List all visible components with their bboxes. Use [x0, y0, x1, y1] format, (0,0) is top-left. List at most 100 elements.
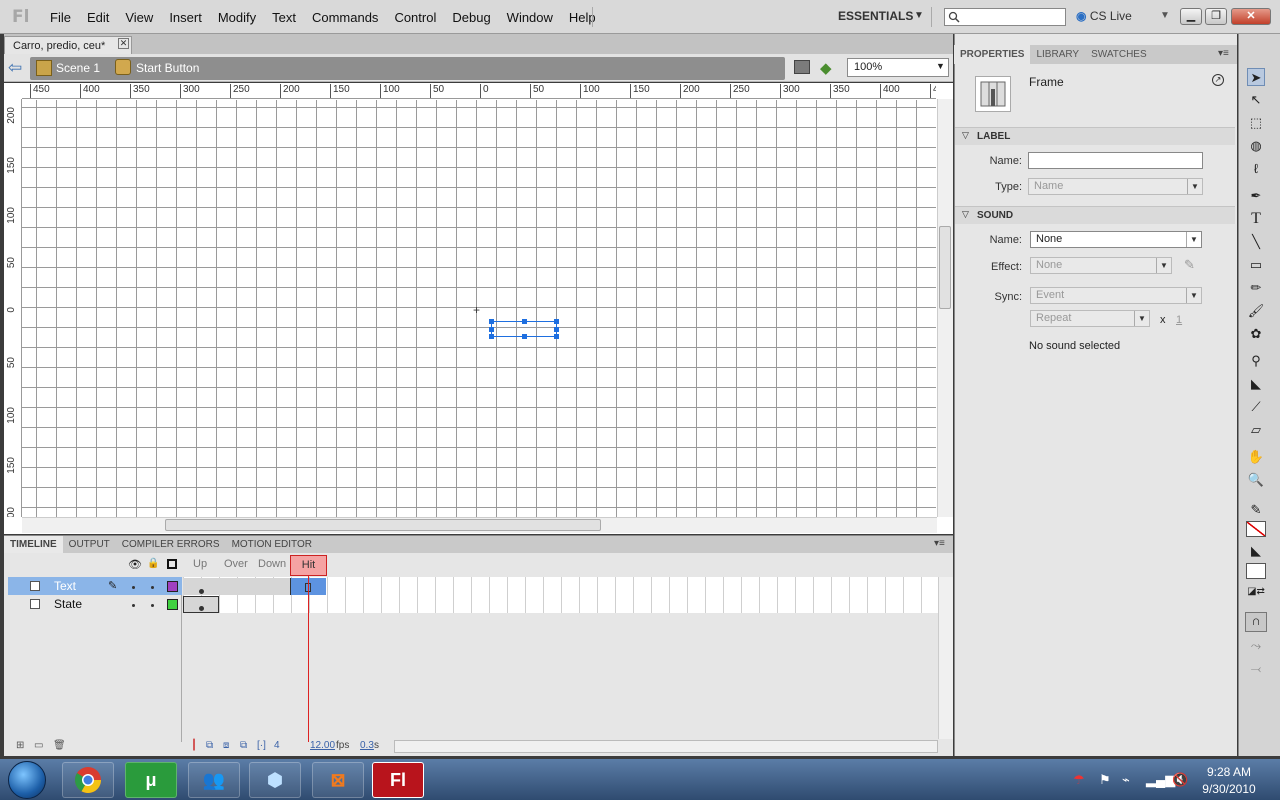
sync-select[interactable]: Event ▼	[1030, 287, 1202, 304]
flash-taskbar-icon[interactable]: Fl	[372, 762, 424, 798]
smooth-icon[interactable]: ⤳	[1247, 637, 1265, 655]
resize-handle[interactable]	[522, 319, 527, 324]
breadcrumb-symbol[interactable]: Start Button	[136, 61, 199, 75]
lock-icon[interactable]: 🔒	[147, 558, 159, 569]
tab-timeline[interactable]: TIMELINE	[4, 536, 63, 554]
keyframe-dot[interactable]	[199, 606, 204, 611]
resize-handle[interactable]	[522, 334, 527, 339]
cs-live-button[interactable]: ◉ CS Live	[1076, 9, 1132, 23]
timeline-horizontal-scrollbar[interactable]	[394, 740, 938, 753]
menu-file[interactable]: File	[42, 10, 79, 25]
minimize-button[interactable]: ▁	[1180, 8, 1202, 25]
current-frame[interactable]: 4	[274, 740, 280, 751]
edit-scene-icon[interactable]	[794, 60, 810, 74]
line-tool-icon[interactable]: ╲	[1247, 233, 1265, 251]
text-tool-icon[interactable]: T	[1247, 210, 1265, 228]
fill-color-icon[interactable]: ◣	[1247, 542, 1265, 560]
sound-section-header[interactable]: ▽ SOUND	[955, 206, 1235, 224]
label-section-header[interactable]: ▽ LABEL	[955, 127, 1235, 145]
help-icon[interactable]: ↗	[1212, 74, 1224, 86]
new-layer-icon[interactable]: ⊞	[16, 740, 24, 751]
resize-handle[interactable]	[554, 319, 559, 324]
frame-rate[interactable]: 12.00	[310, 740, 335, 751]
workspace-switcher[interactable]: ESSENTIALS	[838, 9, 913, 23]
menu-insert[interactable]: Insert	[161, 10, 210, 25]
breadcrumb-scene[interactable]: Scene 1	[56, 61, 100, 75]
visibility-dot[interactable]	[132, 586, 135, 589]
close-button[interactable]: ✕	[1231, 8, 1271, 25]
edit-multiple-icon[interactable]: ⧉	[240, 740, 247, 751]
menu-window[interactable]: Window	[499, 10, 561, 25]
rectangle-tool-icon[interactable]: ▭	[1247, 256, 1265, 274]
start-button[interactable]	[8, 761, 46, 799]
volume-muted-icon[interactable]: 🔇	[1172, 772, 1188, 788]
tab-swatches[interactable]: SWATCHES	[1085, 45, 1153, 64]
pen-tool-icon[interactable]: ✒	[1247, 187, 1265, 205]
layer-color-swatch[interactable]	[167, 599, 178, 610]
resize-handle[interactable]	[489, 334, 494, 339]
system-clock[interactable]: 9:28 AM 9/30/2010	[1198, 764, 1260, 798]
menu-help[interactable]: Help	[561, 10, 604, 25]
utorrent-taskbar-icon[interactable]: μ	[125, 762, 177, 798]
resize-handle[interactable]	[489, 327, 494, 332]
menu-control[interactable]: Control	[386, 10, 444, 25]
flag-icon[interactable]: ⚑	[1099, 772, 1111, 788]
menu-view[interactable]: View	[117, 10, 161, 25]
close-tab-icon[interactable]: ✕	[118, 38, 129, 49]
subselection-tool-icon[interactable]: ↖	[1247, 91, 1265, 109]
layer-color-swatch[interactable]	[167, 581, 178, 592]
avira-icon[interactable]: ☂	[1073, 772, 1085, 788]
menu-text[interactable]: Text	[264, 10, 304, 25]
delete-icon[interactable]: 🗑	[53, 740, 66, 751]
tab-output[interactable]: OUTPUT	[63, 536, 116, 554]
network-icon[interactable]: ▂▄▆	[1146, 772, 1175, 788]
playhead[interactable]	[308, 576, 309, 742]
edit-pencil-icon[interactable]: ✎	[1184, 257, 1195, 273]
selected-text-object[interactable]	[489, 319, 559, 339]
label-name-input[interactable]	[1028, 152, 1203, 169]
deco-tool-icon[interactable]: ✿	[1247, 325, 1265, 343]
chevron-down-icon[interactable]: ▼	[1160, 10, 1170, 21]
selection-tool-icon[interactable]: ➤	[1247, 68, 1265, 86]
resize-handle[interactable]	[554, 334, 559, 339]
zoom-select[interactable]: 100%	[847, 58, 949, 77]
eraser-tool-icon[interactable]: ▱	[1247, 421, 1265, 439]
straighten-icon[interactable]: ⤙	[1247, 660, 1265, 678]
scrollbar-thumb[interactable]	[165, 519, 601, 531]
free-transform-tool-icon[interactable]: ⬚	[1247, 114, 1265, 132]
center-frame-icon[interactable]: ┃	[191, 740, 197, 751]
menu-debug[interactable]: Debug	[444, 10, 498, 25]
tab-motion-editor[interactable]: MOTION EDITOR	[226, 536, 318, 554]
snap-to-objects-icon[interactable]: ∩	[1245, 612, 1267, 632]
bone-tool-icon[interactable]: ⚲	[1247, 352, 1265, 370]
virtualbox-taskbar-icon[interactable]: ⬢	[249, 762, 301, 798]
keyframe-dot[interactable]	[199, 589, 204, 594]
tab-properties[interactable]: PROPERTIES	[954, 45, 1031, 64]
onion-markers-icon[interactable]: [·]	[257, 740, 266, 751]
3d-rotation-tool-icon[interactable]: ◍	[1247, 137, 1265, 155]
stroke-swatch[interactable]	[1246, 521, 1266, 537]
chevron-down-icon[interactable]: ▼	[936, 61, 945, 71]
paint-bucket-tool-icon[interactable]: ◣	[1247, 375, 1265, 393]
label-type-select[interactable]: Name ▼	[1028, 178, 1203, 195]
lock-dot[interactable]	[151, 604, 154, 607]
sound-name-select[interactable]: None ▼	[1030, 231, 1202, 248]
elapsed-time[interactable]: 0.3	[360, 740, 374, 751]
menu-commands[interactable]: Commands	[304, 10, 386, 25]
eye-icon[interactable]: 👁	[128, 558, 142, 571]
swap-colors-icon[interactable]: ◪⇄	[1247, 583, 1265, 601]
xampp-taskbar-icon[interactable]: ⊠	[312, 762, 364, 798]
frame-label-hit[interactable]: Hit	[290, 555, 327, 576]
visibility-dot[interactable]	[132, 604, 135, 607]
back-arrow-icon[interactable]: ⇦	[8, 58, 22, 78]
scrollbar-thumb[interactable]	[939, 226, 951, 309]
repeat-count[interactable]: 1	[1176, 314, 1182, 326]
outline-icon[interactable]	[167, 559, 177, 569]
onion-outline-icon[interactable]: ⧈	[223, 740, 229, 751]
repeat-select[interactable]: Repeat ▼	[1030, 310, 1150, 327]
edit-symbols-icon[interactable]: ◆	[820, 59, 840, 77]
new-folder-icon[interactable]: ▭	[34, 740, 43, 751]
brush-tool-icon[interactable]: 🖌	[1247, 302, 1265, 320]
effect-select[interactable]: None ▼	[1030, 257, 1172, 274]
lock-dot[interactable]	[151, 586, 154, 589]
